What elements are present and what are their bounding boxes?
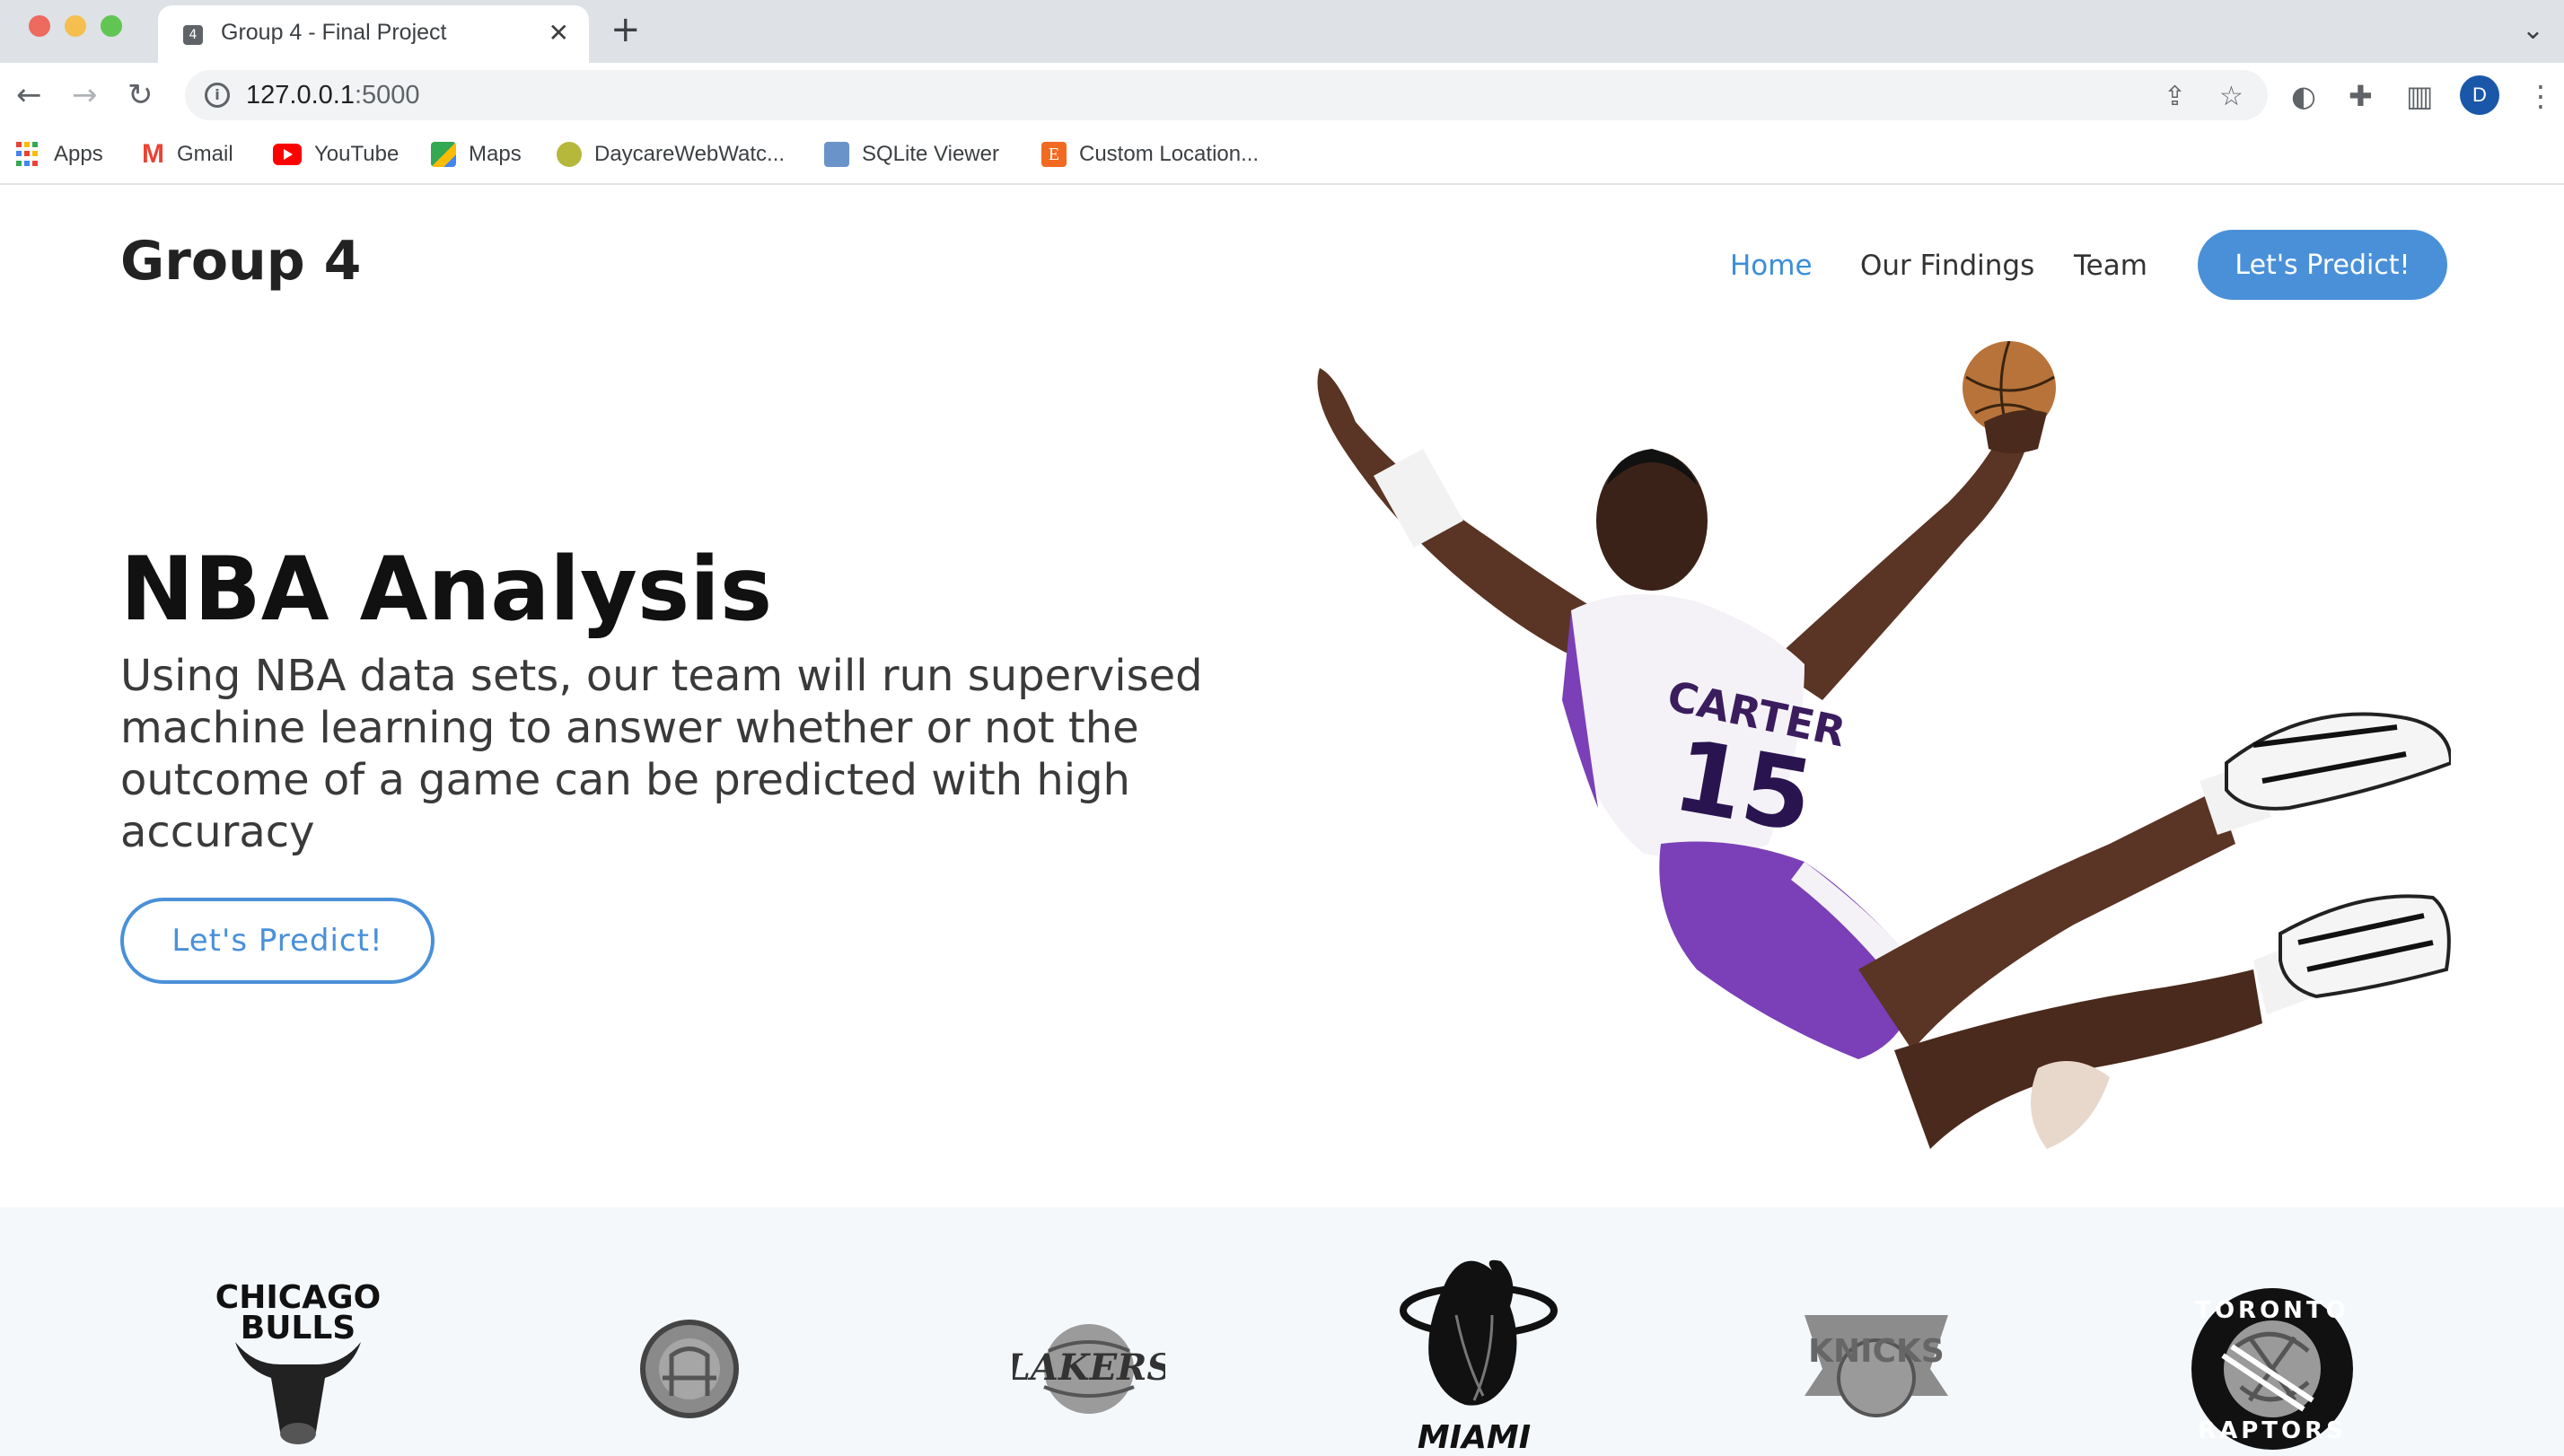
bookmark-sqlite[interactable]: SQLite Viewer	[824, 136, 999, 172]
header-predict-button[interactable]: Let's Predict!	[2198, 230, 2447, 300]
svg-text:LAKERS: LAKERS	[1013, 1346, 1165, 1389]
zoom-window-button[interactable]	[101, 15, 122, 37]
gmail-icon: M	[142, 139, 164, 169]
browser-tab-active[interactable]: 4 Group 4 - Final Project ✕	[158, 5, 589, 63]
nav-findings-link[interactable]: Our Findings	[1860, 250, 2034, 282]
knicks-logo: KNICKS	[1804, 1315, 1948, 1417]
basketball-player-image: CARTER 15	[1317, 341, 2451, 1149]
custom-location-icon: E	[1041, 142, 1067, 167]
site-logo[interactable]: Group 4	[120, 230, 361, 293]
bookmark-label: Gmail	[177, 142, 233, 166]
team-logos-strip: CHICAGO BULLS LAKERS MIAMI KNICKS TORONT…	[0, 1207, 2564, 1456]
svg-text:TORONTO: TORONTO	[2195, 1297, 2349, 1324]
bookmark-label: YouTube	[314, 142, 400, 166]
tab-search-chevron-icon[interactable]: ⌄	[2522, 14, 2544, 46]
bookmark-label: Custom Location...	[1079, 142, 1260, 166]
jersey-number-text: 15	[1665, 718, 1821, 855]
svg-text:KNICKS: KNICKS	[1808, 1333, 1945, 1370]
bookmark-apps[interactable]: Apps	[16, 136, 103, 172]
lakers-logo: LAKERS	[1013, 1324, 1165, 1414]
bookmarks-bar: Apps M Gmail YouTube Maps DaycareWebWatc…	[0, 127, 2564, 185]
extensions-puzzle-icon[interactable]: ✚	[2349, 79, 2373, 113]
close-window-button[interactable]	[29, 15, 50, 37]
daycare-icon	[557, 142, 582, 167]
share-icon[interactable]: ⇪	[2164, 81, 2186, 112]
minimize-window-button[interactable]	[65, 15, 86, 37]
tab-favicon-icon: 4	[183, 25, 203, 45]
hero-predict-button[interactable]: Let's Predict!	[120, 898, 435, 984]
bookmark-custom-location[interactable]: E Custom Location...	[1041, 136, 1259, 172]
raptors-logo: TORONTO RAPTORS	[2191, 1288, 2353, 1450]
site-info-icon[interactable]: i	[205, 83, 230, 108]
apps-grid-icon	[16, 142, 41, 167]
reload-button[interactable]: ↻	[127, 77, 154, 113]
site-header: Group 4 Home Our Findings Team Let's Pre…	[0, 185, 2564, 338]
svg-text:RAPTORS: RAPTORS	[2198, 1417, 2347, 1444]
side-panel-icon[interactable]: ▥	[2406, 79, 2433, 113]
bookmark-label: SQLite Viewer	[862, 142, 999, 166]
url-port: :5000	[354, 81, 420, 110]
svg-text:MIAMI: MIAMI	[1418, 1419, 1531, 1454]
tab-title: Group 4 - Final Project	[221, 20, 447, 45]
bookmark-label: Maps	[469, 142, 522, 166]
browser-menu-icon[interactable]: ⋮	[2526, 79, 2555, 113]
maps-icon	[431, 142, 456, 167]
bookmark-label: Apps	[54, 142, 103, 166]
bookmark-gmail[interactable]: M Gmail	[142, 136, 233, 172]
forward-button[interactable]: →	[72, 77, 98, 113]
new-tab-button[interactable]: +	[610, 9, 641, 50]
address-bar[interactable]: i 127.0.0.1:5000 ⇪ ☆	[185, 70, 2268, 120]
hero-title: NBA Analysis	[120, 539, 773, 641]
svg-text:BULLS: BULLS	[241, 1310, 356, 1346]
bookmark-star-icon[interactable]: ☆	[2219, 81, 2244, 112]
bookmark-daycare[interactable]: DaycareWebWatc...	[557, 136, 785, 172]
bookmark-maps[interactable]: Maps	[431, 136, 522, 172]
tab-close-icon[interactable]: ✕	[549, 18, 569, 48]
youtube-icon	[273, 144, 302, 165]
url-host: 127.0.0.1	[246, 81, 355, 110]
browser-toolbar: ← → ↻ i 127.0.0.1:5000 ⇪ ☆ ◐ ✚ ▥ D ⋮	[0, 63, 2564, 127]
miami-heat-logo: MIAMI	[1400, 1259, 1558, 1454]
url-text[interactable]: 127.0.0.1:5000	[246, 81, 420, 110]
back-button[interactable]: ←	[16, 77, 42, 113]
hero-subtitle: Using NBA data sets, our team will run s…	[120, 651, 1203, 857]
extension-shield-icon[interactable]: ◐	[2291, 79, 2316, 113]
browser-tab-bar: 4 Group 4 - Final Project ✕ + ⌄	[0, 0, 2564, 63]
profile-avatar[interactable]: D	[2460, 75, 2499, 115]
bookmark-youtube[interactable]: YouTube	[273, 136, 399, 172]
sqlite-icon	[824, 142, 849, 167]
nav-team-link[interactable]: Team	[2074, 250, 2147, 282]
bookmark-label: DaycareWebWatc...	[594, 142, 786, 166]
chicago-bulls-logo: CHICAGO BULLS	[215, 1279, 381, 1444]
nav-home-link[interactable]: Home	[1730, 250, 1813, 282]
warriors-logo	[640, 1320, 739, 1418]
